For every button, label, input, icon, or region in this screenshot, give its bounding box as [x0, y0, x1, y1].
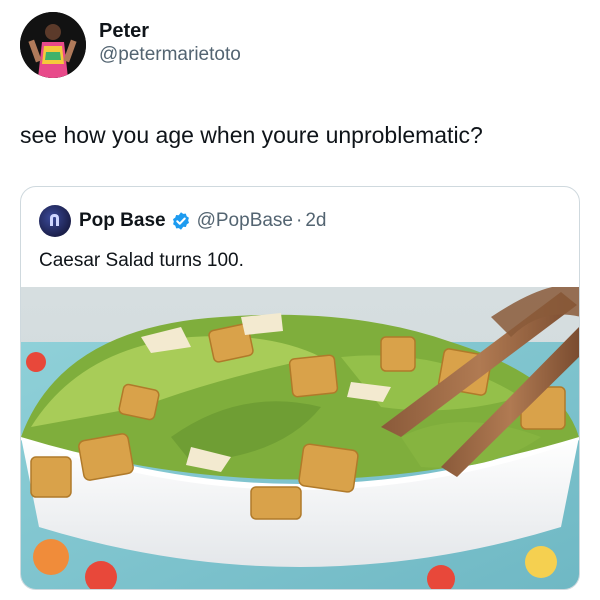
quote-author-handle[interactable]: @PopBase [197, 210, 293, 232]
author-handle[interactable]: @petermarietoto [99, 43, 241, 67]
salad-photo[interactable] [21, 287, 579, 589]
author-info: Peter @petermarietoto [99, 19, 241, 67]
author-name[interactable]: Peter [99, 19, 241, 43]
quote-author-avatar[interactable] [39, 205, 71, 237]
author-avatar[interactable] [20, 12, 86, 78]
tweet-header: Peter @petermarietoto [20, 12, 241, 78]
verified-badge-icon [172, 212, 189, 230]
quote-text: Caesar Salad turns 100. [39, 250, 244, 271]
quote-separator: · [296, 210, 303, 231]
tweet-text: see how you age when youre unproblematic… [20, 122, 483, 148]
quote-header: Pop Base @PopBase · 2d [39, 205, 326, 237]
salad-photo-illustration [21, 287, 579, 589]
quote-author-name[interactable]: Pop Base [79, 210, 166, 232]
quote-timestamp[interactable]: 2d [305, 210, 326, 232]
quote-tweet-card[interactable]: Pop Base @PopBase · 2d Caesar Salad turn… [20, 186, 580, 590]
